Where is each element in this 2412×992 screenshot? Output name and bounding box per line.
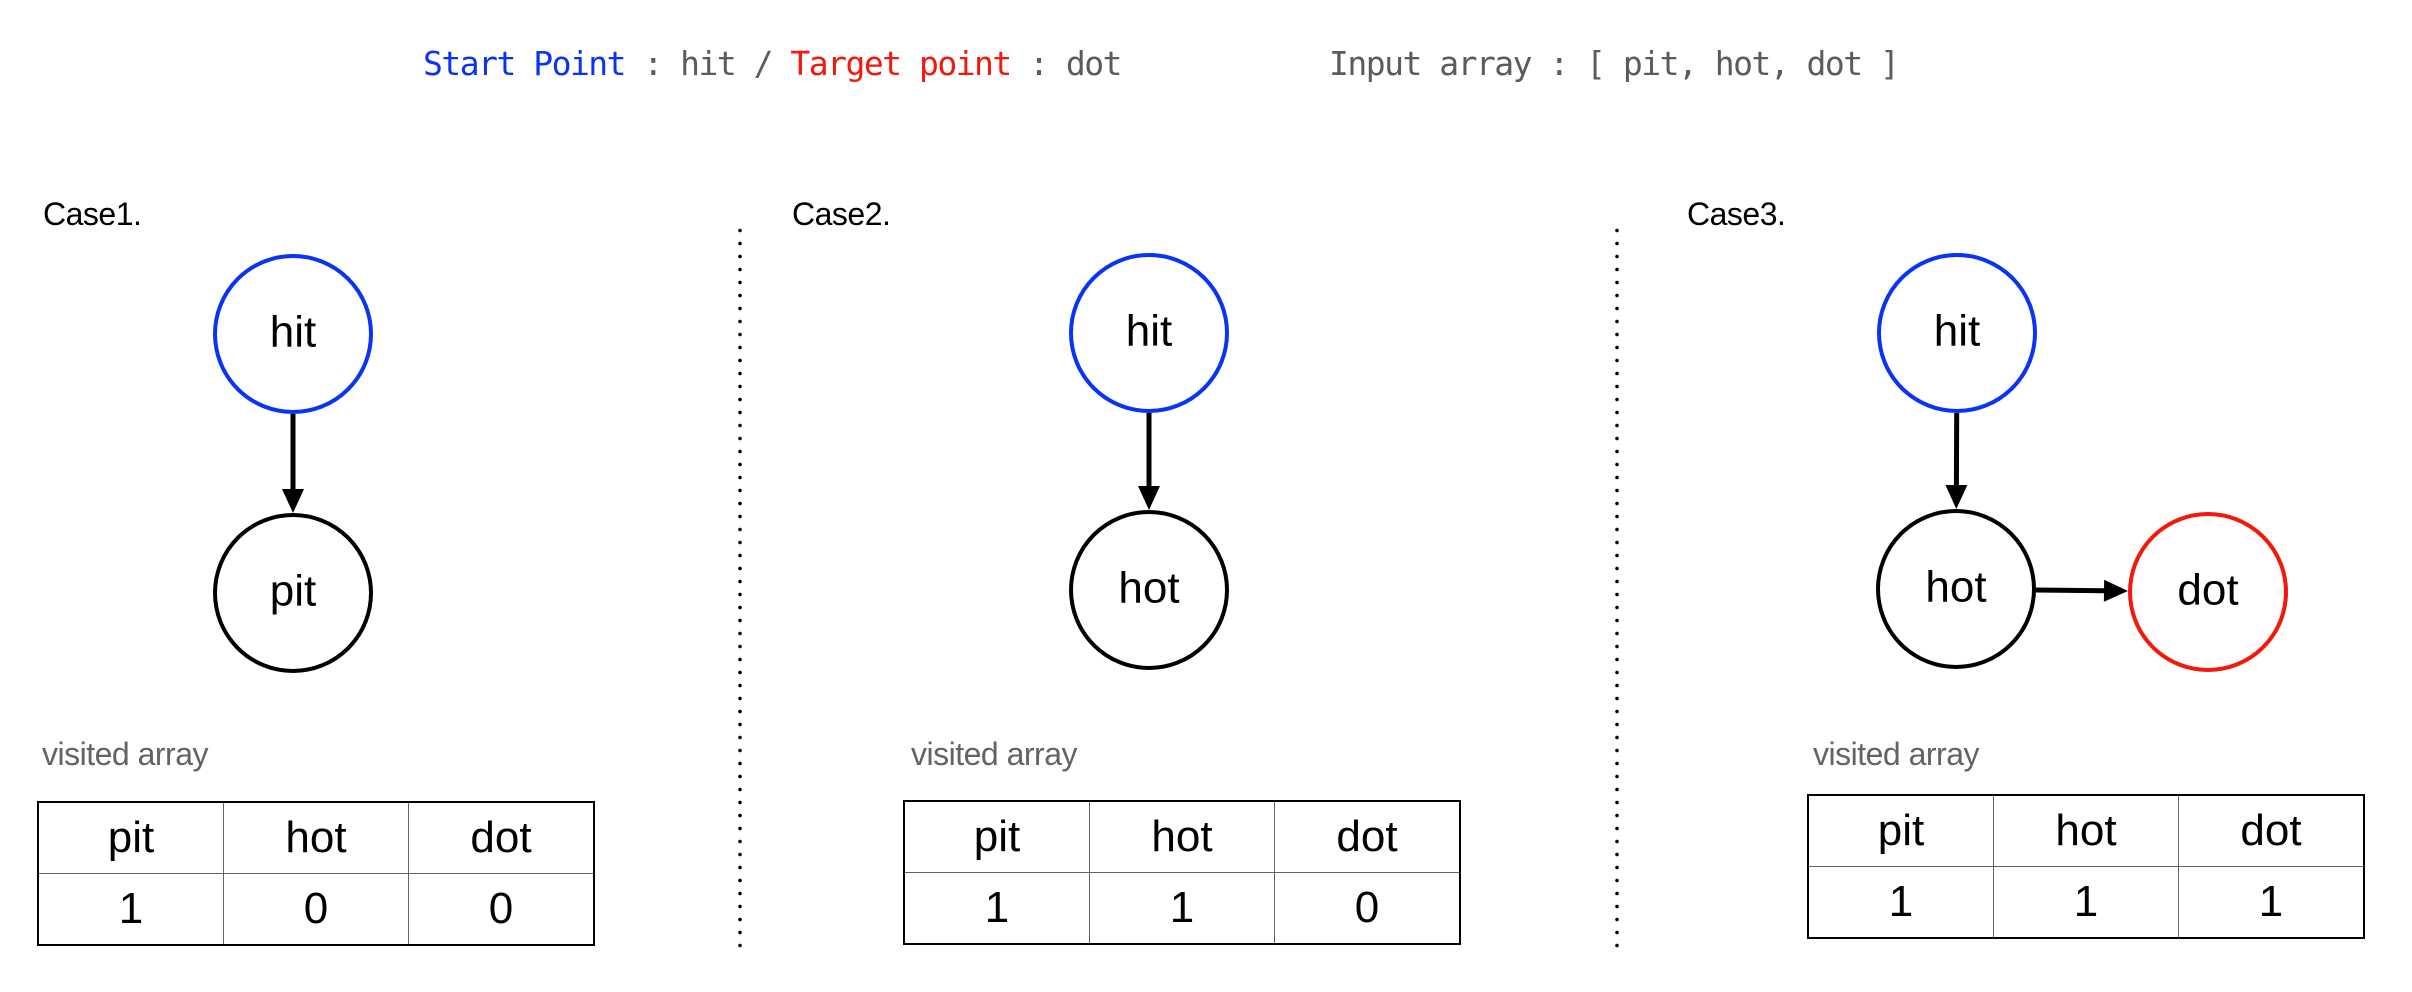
- visited-value-row: 1 0 0: [37, 873, 595, 946]
- visited-header-cell: pit: [37, 801, 224, 874]
- visited-value-cell: 0: [408, 873, 595, 946]
- node-dot-label: dot: [2177, 566, 2238, 615]
- arrowhead-icon: [1945, 484, 1968, 510]
- visited-value-cell: 1: [2178, 866, 2365, 939]
- visited-value-cell: 0: [223, 873, 409, 946]
- node-hot-label: hot: [1118, 564, 1179, 613]
- case1-visited-label: visited array: [42, 736, 209, 772]
- case2-visited-table: pit hot dot 1 1 0: [903, 800, 1461, 945]
- visited-header-cell: dot: [408, 801, 595, 874]
- visited-header-cell: pit: [1807, 794, 1994, 867]
- case3-visited-table: pit hot dot 1 1 1: [1807, 794, 2365, 939]
- visited-header-cell: dot: [2178, 794, 2365, 867]
- visited-header-row: pit hot dot: [1807, 794, 2365, 867]
- node-hit-label: hit: [270, 308, 316, 357]
- visited-value-cell: 1: [1807, 866, 1994, 939]
- visited-value-cell: 0: [1274, 872, 1461, 945]
- visited-value-row: 1 1 1: [1807, 866, 2365, 939]
- edge-hot-to-dot: [2035, 587, 2105, 594]
- visited-header-cell: hot: [223, 801, 409, 874]
- node-hit-label: hit: [1126, 307, 1172, 356]
- visited-header-cell: dot: [1274, 800, 1461, 873]
- visited-header-cell: pit: [903, 800, 1090, 873]
- case3-visited-label: visited array: [1813, 736, 1980, 772]
- visited-value-cell: 1: [37, 873, 224, 946]
- node-hot-label: hot: [1925, 563, 1986, 612]
- visited-value-cell: 1: [1089, 872, 1275, 945]
- visited-value-cell: 1: [1993, 866, 2179, 939]
- node-pit-label: pit: [270, 567, 316, 616]
- visited-header-row: pit hot dot: [903, 800, 1461, 873]
- visited-header-row: pit hot dot: [37, 801, 595, 874]
- arrowhead-icon: [282, 489, 304, 513]
- visited-header-cell: hot: [1993, 794, 2179, 867]
- arrowhead-icon: [2103, 579, 2129, 602]
- case2-graph: hit hot: [1069, 253, 1229, 670]
- visited-header-cell: hot: [1089, 800, 1275, 873]
- visited-value-row: 1 1 0: [903, 872, 1461, 945]
- visited-value-cell: 1: [903, 872, 1090, 945]
- case2-visited-label: visited array: [911, 736, 1078, 772]
- case1-visited-table: pit hot dot 1 0 0: [37, 801, 595, 946]
- case1-graph: hit pit: [213, 254, 373, 673]
- arrowhead-icon: [1138, 486, 1160, 510]
- case3-graph: hit hot dot: [1876, 253, 2288, 672]
- node-hit-label: hit: [1934, 307, 1980, 356]
